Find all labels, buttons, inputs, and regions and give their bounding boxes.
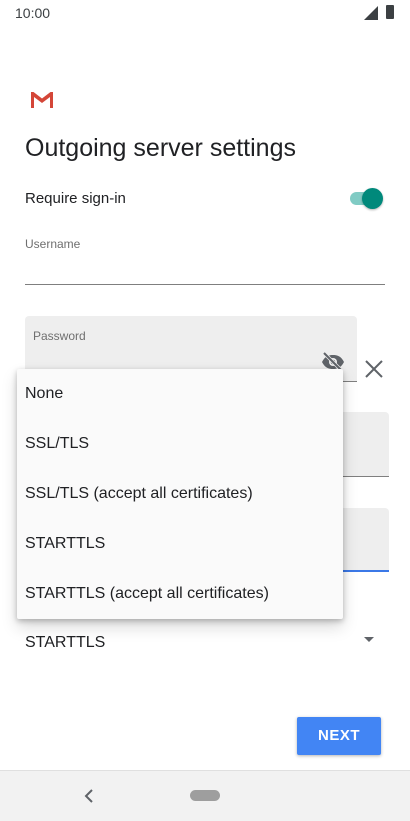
username-label: Username: [25, 237, 81, 251]
page-title: Outgoing server settings: [25, 134, 296, 162]
username-field[interactable]: Username: [25, 232, 385, 285]
menu-item-starttls[interactable]: STARTTLS: [17, 519, 343, 569]
menu-item-label: SSL/TLS: [25, 435, 90, 452]
menu-item-label: None: [25, 385, 64, 402]
toggle-thumb: [362, 188, 383, 209]
signal-icon: [364, 6, 378, 20]
dropdown-arrow-icon: [364, 637, 374, 642]
menu-item-none[interactable]: None: [17, 369, 343, 419]
menu-item-ssl-tls[interactable]: SSL/TLS: [17, 419, 343, 469]
security-type-value: STARTTLS: [25, 634, 106, 651]
menu-item-starttls-accept-all[interactable]: STARTTLS (accept all certificates): [17, 569, 343, 619]
menu-item-label: STARTTLS: [25, 535, 106, 552]
password-label: Password: [33, 329, 86, 343]
menu-item-label: STARTTLS (accept all certificates): [25, 585, 269, 602]
home-button[interactable]: [190, 790, 220, 801]
next-button[interactable]: NEXT: [297, 717, 381, 755]
require-signin-row: Require sign-in: [25, 186, 385, 210]
back-icon[interactable]: [82, 788, 96, 804]
gmail-logo-icon: [31, 92, 53, 108]
battery-icon: [386, 5, 394, 19]
status-bar: 10:00: [0, 0, 410, 28]
menu-item-label: SSL/TLS (accept all certificates): [25, 485, 253, 502]
close-icon[interactable]: [363, 358, 385, 380]
require-signin-toggle[interactable]: [348, 188, 384, 209]
navigation-bar: [0, 770, 410, 821]
require-signin-label: Require sign-in: [25, 190, 126, 207]
status-time: 10:00: [15, 5, 51, 21]
security-type-dropdown-menu: None SSL/TLS SSL/TLS (accept all certifi…: [17, 369, 343, 619]
security-type-select[interactable]: STARTTLS: [25, 628, 385, 658]
menu-item-ssl-tls-accept-all[interactable]: SSL/TLS (accept all certificates): [17, 469, 343, 519]
